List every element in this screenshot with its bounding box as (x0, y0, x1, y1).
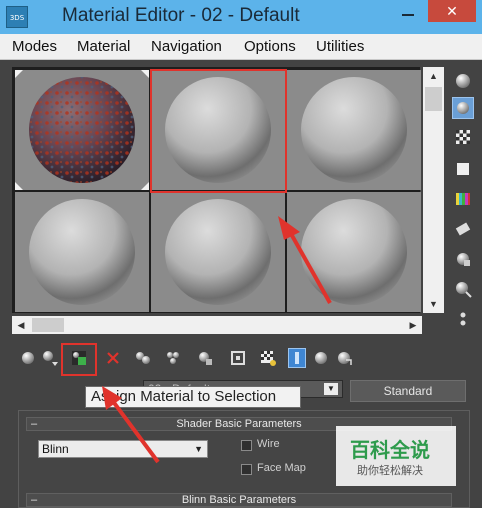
menu-bar: Modes Material Navigation Options Utilit… (0, 34, 482, 60)
watermark-logo: 百科全说 助你轻松解决 (336, 426, 456, 486)
go-forward-sibling-button[interactable] (334, 348, 354, 368)
scroll-left-icon[interactable]: ◀ (12, 316, 30, 334)
face-map-label: Face Map (257, 462, 306, 474)
title-bar: 3DS MAX Material Editor - 02 - Default ✕ (0, 0, 482, 44)
options-button[interactable] (452, 248, 474, 270)
rusty-sphere-preview (15, 70, 149, 190)
sample-slots (12, 67, 421, 313)
menu-navigation[interactable]: Navigation (151, 38, 222, 55)
menu-modes[interactable]: Modes (12, 38, 57, 55)
watermark-title: 百科全说 (350, 440, 430, 462)
show-end-result-button[interactable] (288, 348, 306, 368)
assign-material-icon (72, 351, 86, 365)
scroll-right-icon[interactable]: ▶ (404, 316, 422, 334)
material-id-icon (231, 351, 245, 365)
sphere-preview (29, 199, 135, 305)
video-icon (455, 222, 471, 236)
shader-type-select[interactable]: Blinn ▼ (38, 440, 208, 458)
shader-type-value: Blinn (42, 442, 69, 456)
sample-slot-5[interactable] (151, 192, 285, 312)
delete-icon (107, 352, 119, 364)
make-unique-button[interactable] (163, 348, 183, 368)
select-by-material-button[interactable] (452, 278, 474, 300)
sample-slot-1[interactable] (15, 70, 149, 190)
sample-slot-2[interactable] (151, 70, 285, 190)
show-shaded-button[interactable] (258, 348, 278, 368)
copy-icon (136, 352, 150, 364)
sample-slot-4[interactable] (15, 192, 149, 312)
reset-material-button[interactable] (103, 348, 123, 368)
put-to-scene-button[interactable] (40, 348, 60, 368)
wire-label: Wire (257, 438, 280, 450)
put-to-scene-icon (43, 351, 58, 366)
material-navigator-button[interactable] (452, 308, 474, 330)
backlight-button[interactable] (452, 97, 474, 119)
checker-icon (261, 351, 276, 366)
sphere-preview (165, 199, 271, 305)
menu-utilities[interactable]: Utilities (316, 38, 364, 55)
collapse-icon: – (31, 418, 38, 430)
checker-icon (456, 130, 470, 144)
get-material-icon (22, 352, 34, 364)
sibling-icon (338, 352, 352, 365)
app-icon: 3DS MAX (6, 6, 28, 44)
material-id-button[interactable] (228, 348, 248, 368)
scroll-thumb[interactable] (32, 318, 64, 332)
rollout-title: Shader Basic Parameters (176, 418, 302, 430)
background-button[interactable] (452, 126, 474, 148)
chevron-down-icon: ▼ (194, 444, 203, 454)
watermark-subtitle: 助你轻松解决 (357, 465, 423, 477)
sphere-icon (456, 74, 470, 88)
sphere-preview (165, 77, 271, 183)
video-color-check-button[interactable] (452, 188, 474, 210)
backlight-icon (457, 102, 469, 114)
window-title: Material Editor - 02 - Default (62, 5, 300, 26)
unique-icon (167, 352, 179, 364)
library-icon (199, 352, 212, 365)
menu-material[interactable]: Material (77, 38, 130, 55)
scroll-up-icon[interactable]: ▲ (423, 67, 444, 85)
chevron-down-icon[interactable]: ▼ (324, 383, 338, 395)
face-map-checkbox[interactable] (241, 464, 252, 475)
box-icon (457, 163, 469, 175)
slots-vertical-scrollbar[interactable]: ▲ ▼ (423, 67, 444, 313)
collapse-icon: – (31, 494, 38, 506)
select-by-material-icon (456, 282, 472, 298)
scroll-down-icon[interactable]: ▼ (423, 295, 444, 313)
color-bars-icon (456, 193, 470, 205)
assign-material-button[interactable] (69, 348, 89, 368)
parent-icon (315, 352, 327, 364)
get-material-button[interactable] (18, 348, 38, 368)
sphere-preview (301, 77, 407, 183)
tooltip: Assign Material to Selection (85, 386, 301, 408)
slots-horizontal-scrollbar[interactable]: ◀ ▶ (12, 316, 422, 334)
copy-material-button[interactable] (133, 348, 153, 368)
make-preview-button[interactable] (452, 218, 474, 240)
end-result-icon (295, 352, 299, 364)
uv-tiling-button[interactable] (452, 158, 474, 180)
material-type-button[interactable]: Standard (350, 380, 466, 402)
go-to-parent-button[interactable] (311, 348, 331, 368)
material-navigator-icon (460, 312, 466, 326)
sample-slot-6[interactable] (287, 192, 421, 312)
options-icon (457, 253, 470, 266)
minimize-button[interactable] (396, 6, 420, 20)
scroll-thumb[interactable] (425, 87, 442, 111)
close-button[interactable]: ✕ (428, 0, 476, 22)
blinn-rollout-header[interactable]: – Blinn Basic Parameters (26, 493, 452, 507)
sample-type-button[interactable] (452, 70, 474, 92)
sphere-preview (301, 199, 407, 305)
sample-slot-3[interactable] (287, 70, 421, 190)
wire-checkbox[interactable] (241, 440, 252, 451)
menu-options[interactable]: Options (244, 38, 296, 55)
put-to-library-button[interactable] (195, 348, 215, 368)
rollout-title: Blinn Basic Parameters (181, 494, 297, 506)
